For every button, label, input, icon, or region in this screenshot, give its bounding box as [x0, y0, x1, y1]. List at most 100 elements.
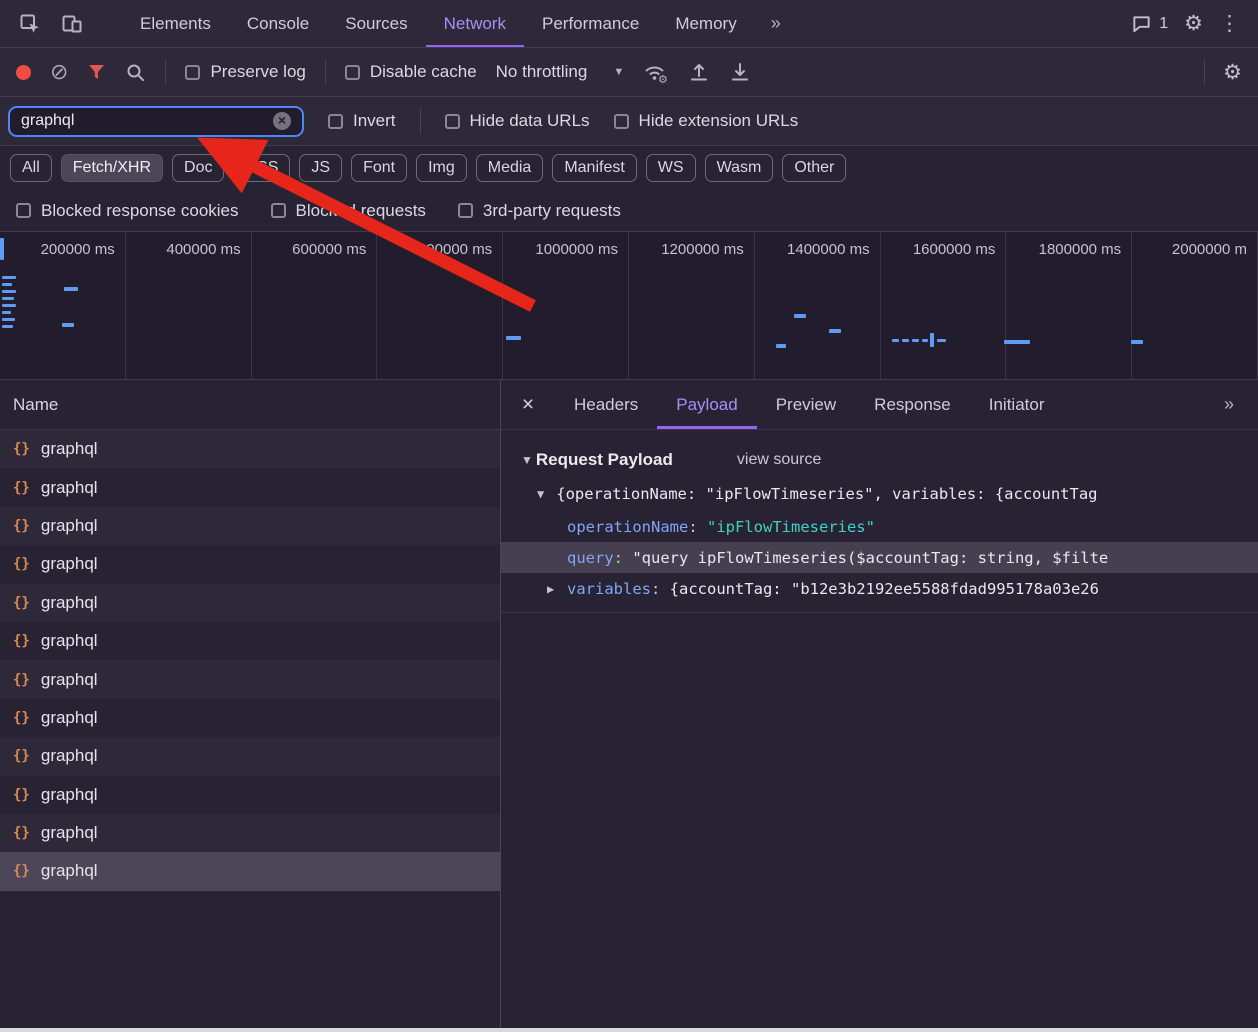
tab-sources[interactable]: Sources [327, 0, 425, 47]
waterfall-request-bar[interactable] [2, 297, 14, 300]
expand-arrow-icon[interactable]: ▼ [537, 487, 544, 501]
blocked-cookies-checkbox-group[interactable]: Blocked response cookies [16, 201, 239, 221]
clear-filter-icon[interactable]: × [273, 112, 291, 130]
details-tab-headers[interactable]: Headers [555, 380, 657, 429]
third-party-checkbox-group[interactable]: 3rd-party requests [457, 201, 621, 221]
type-filter-manifest[interactable]: Manifest [552, 154, 637, 182]
request-row[interactable]: {} graphql [0, 813, 500, 853]
hide-data-urls-checkbox[interactable] [444, 113, 460, 129]
type-filter-js[interactable]: JS [299, 154, 343, 182]
type-filter-ws[interactable]: WS [645, 154, 696, 182]
waterfall-request-bar[interactable] [922, 339, 928, 342]
payload-row[interactable]: query: "query ipFlowTimeseries($accountT… [501, 542, 1258, 573]
request-row[interactable]: {} graphql [0, 545, 500, 583]
waterfall-request-bar[interactable] [912, 339, 919, 342]
waterfall-request-bar[interactable] [892, 339, 899, 342]
type-filter-wasm[interactable]: Wasm [704, 154, 774, 182]
kebab-menu-icon[interactable]: ⋮ [1219, 11, 1240, 36]
request-row[interactable]: {} graphql [0, 430, 500, 469]
waterfall-request-bar[interactable] [62, 323, 74, 327]
waterfall-request-bar[interactable] [794, 314, 806, 318]
request-row[interactable]: {} graphql [0, 660, 500, 699]
waterfall-request-bar[interactable] [776, 344, 786, 348]
request-row[interactable]: {} graphql [0, 776, 500, 814]
filter-input-value[interactable]: graphql [21, 112, 265, 130]
type-filter-other[interactable]: Other [782, 154, 847, 182]
disable-cache-checkbox-group[interactable]: Disable cache [344, 62, 477, 82]
tab-console[interactable]: Console [229, 0, 327, 47]
import-har-icon[interactable] [688, 61, 710, 83]
record-network-log-button[interactable] [16, 64, 31, 80]
search-network-icon[interactable] [125, 62, 146, 83]
filter-input[interactable]: graphql × [8, 105, 304, 137]
type-filter-doc[interactable]: Doc [172, 154, 225, 182]
network-conditions-icon[interactable]: ⚙ [643, 61, 669, 84]
request-row[interactable]: {} graphql [0, 622, 500, 660]
request-payload-section-header[interactable]: ▼ Request Payload view source [501, 443, 1258, 477]
filter-funnel-icon[interactable] [87, 63, 106, 81]
payload-row[interactable]: ▶ variables: {accountTag: "b12e3b2192ee55… [501, 573, 1258, 604]
request-row[interactable]: {} graphql [0, 583, 500, 622]
waterfall-request-bar[interactable] [930, 333, 934, 347]
tab-performance[interactable]: Performance [524, 0, 657, 47]
waterfall-request-bar[interactable] [2, 290, 16, 293]
blocked-cookies-checkbox[interactable] [16, 203, 31, 218]
payload-row[interactable]: operationName: "ipFlowTimeseries" [501, 511, 1258, 542]
waterfall-request-bar[interactable] [829, 329, 841, 333]
waterfall-request-bar[interactable] [2, 283, 12, 286]
third-party-checkbox[interactable] [457, 203, 473, 218]
preserve-log-checkbox[interactable] [185, 64, 201, 80]
details-tab-initiator[interactable]: Initiator [970, 380, 1064, 429]
waterfall-request-bar[interactable] [2, 276, 16, 279]
hide-extension-urls-checkbox[interactable] [613, 113, 629, 129]
request-row[interactable]: {} graphql [0, 852, 500, 891]
more-tabs-icon[interactable]: » [761, 0, 791, 47]
type-filter-img[interactable]: Img [416, 154, 467, 182]
waterfall-request-bar[interactable] [2, 318, 15, 321]
hide-extension-urls-checkbox-group[interactable]: Hide extension URLs [613, 111, 798, 131]
request-row[interactable]: {} graphql [0, 468, 500, 506]
payload-root-row[interactable]: ▼ {operationName: "ipFlowTimeseries", va… [501, 477, 1258, 511]
disable-cache-checkbox[interactable] [344, 64, 360, 80]
waterfall-request-bar[interactable] [1004, 340, 1030, 344]
tab-elements[interactable]: Elements [122, 0, 229, 47]
details-tab-preview[interactable]: Preview [757, 380, 855, 429]
expand-arrow-icon[interactable]: ▶ [547, 582, 567, 596]
waterfall-request-bar[interactable] [0, 238, 4, 260]
waterfall-request-bar[interactable] [2, 304, 16, 307]
type-filter-media[interactable]: Media [475, 154, 544, 182]
waterfall-request-bar[interactable] [506, 336, 521, 340]
network-settings-gear-icon[interactable]: ⚙ [1223, 60, 1242, 85]
type-filter-font[interactable]: Font [351, 154, 408, 182]
inspect-element-icon[interactable] [12, 6, 48, 42]
throttling-select[interactable]: No throttling ▼ [496, 62, 625, 82]
waterfall-request-bar[interactable] [2, 311, 11, 314]
type-filter-all[interactable]: All [10, 154, 52, 182]
close-details-icon[interactable]: × [501, 393, 555, 417]
type-filter-css[interactable]: CSS [233, 154, 291, 182]
waterfall-request-bar[interactable] [2, 325, 13, 328]
waterfall-request-bar[interactable] [64, 287, 78, 291]
details-more-tabs-icon[interactable]: » [1224, 394, 1234, 415]
request-row[interactable]: {} graphql [0, 506, 500, 546]
type-filter-fetch-xhr[interactable]: Fetch/XHR [60, 154, 164, 182]
export-har-icon[interactable] [729, 61, 751, 83]
clear-network-log-icon[interactable]: ⊘ [50, 61, 68, 83]
tab-network[interactable]: Network [426, 0, 524, 47]
waterfall-request-bar[interactable] [902, 339, 909, 342]
details-tab-response[interactable]: Response [855, 380, 970, 429]
settings-gear-icon[interactable]: ⚙ [1184, 11, 1203, 36]
invert-checkbox[interactable] [328, 113, 343, 129]
name-column-header[interactable]: Name [0, 380, 500, 430]
request-row[interactable]: {} graphql [0, 737, 500, 776]
device-toolbar-icon[interactable] [54, 6, 90, 42]
blocked-requests-checkbox-group[interactable]: Blocked requests [270, 201, 426, 221]
details-tab-payload[interactable]: Payload [657, 380, 756, 429]
tab-memory[interactable]: Memory [657, 0, 754, 47]
invert-checkbox-group[interactable]: Invert [328, 111, 396, 131]
hide-data-urls-checkbox-group[interactable]: Hide data URLs [444, 111, 590, 131]
network-overview-waterfall[interactable]: 200000 ms 400000 ms 600000 ms 800000 ms 1000… [0, 232, 1258, 380]
console-messages-indicator[interactable]: 1 [1131, 13, 1168, 34]
waterfall-request-bar[interactable] [1131, 340, 1143, 344]
blocked-requests-checkbox[interactable] [270, 203, 286, 218]
